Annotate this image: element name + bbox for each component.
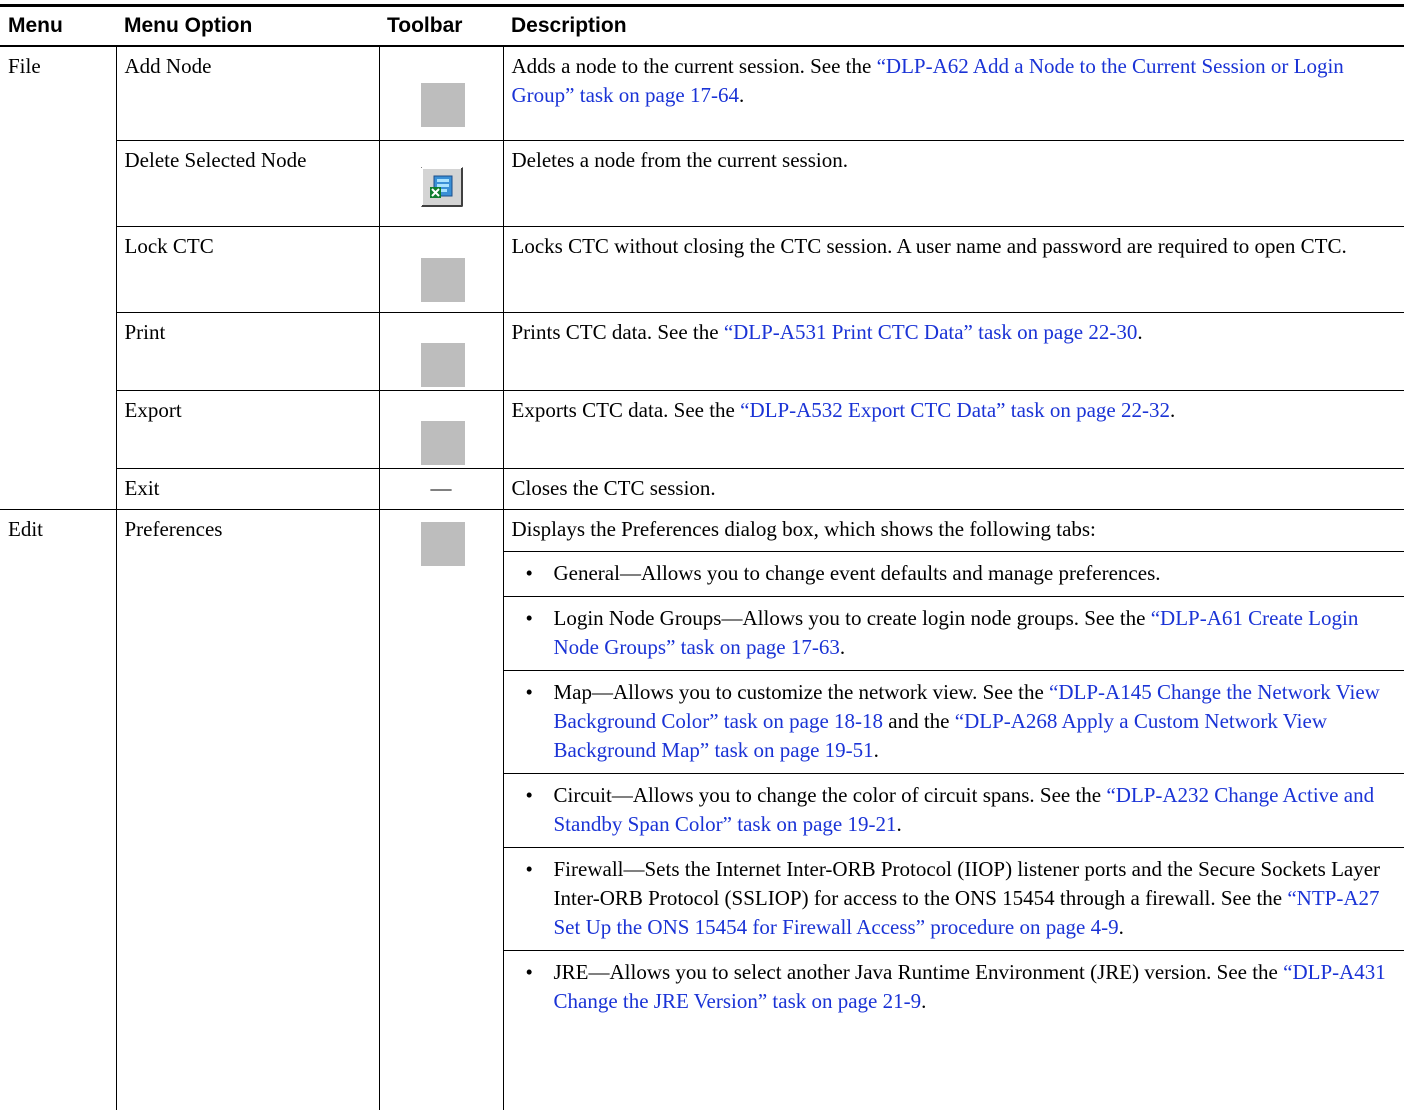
bullet: • [525,857,533,881]
option-print: Print [115,312,379,391]
table-row: Print Prints CTC data. See the “DLP-A531… [0,312,1404,391]
delete-node-icon[interactable] [420,167,463,207]
toolbar-cell [378,140,503,227]
list-item: • JRE—Allows you to select another Java R… [503,950,1404,1018]
description-text: Login Node Groups—Allows you to create l… [553,606,1151,630]
description-cell: Adds a node to the current session. See … [502,45,1404,141]
description-cell: Displays the Preferences dialog box, whi… [502,509,1404,1110]
description-text: Deletes a node from the current session. [511,148,848,172]
table-row: Exit — Closes the CTC session. [0,468,1404,510]
description-text: . [921,989,927,1013]
description-cell: Closes the CTC session. [502,468,1404,510]
description-text: . [873,738,879,762]
toolbar-cell: — [378,468,503,510]
list-item: • Map—Allows you to customize the network… [503,670,1404,773]
print-toolbar-icon[interactable] [420,343,465,387]
cross-reference-link[interactable]: “DLP-A531 Print CTC Data” task on page 2… [724,320,1138,344]
bullet: • [525,680,533,704]
description-cell: Deletes a node from the current session. [502,140,1404,227]
option-preferences: Preferences [115,509,379,1110]
description-text: . [896,812,902,836]
option-delete-selected-node: Delete Selected Node [115,140,379,227]
description-cell: Prints CTC data. See the “DLP-A531 Print… [502,312,1404,391]
bullet: • [525,561,533,585]
menu-edit: Edit [8,517,43,541]
header-menu-option: Menu Option [116,4,379,47]
list-item: • Firewall—Sets the Internet Inter-ORB Pr… [503,847,1404,950]
description-text: JRE—Allows you to select another Java Ru… [553,960,1284,984]
description-text: Displays the Preferences dialog box, whi… [511,517,1096,541]
table-row: Export Exports CTC data. See the “DLP-A5… [0,390,1404,469]
list-item: • Login Node Groups—Allows you to create … [503,596,1404,670]
description-text: Map—Allows you to customize the network … [553,680,1050,704]
toolbar-cell [378,312,503,391]
menu-file: File [0,45,116,510]
menu-options-table: Menu Menu Option Toolbar Description Fil… [0,4,1404,1110]
description-text: Closes the CTC session. [511,476,716,500]
table-row: File Add Node Adds a node to the current… [0,45,1404,510]
description-text: . [839,635,846,659]
toolbar-cell [378,390,503,469]
toolbar-cell [378,226,503,313]
description-cell: Locks CTC without closing the CTC sessio… [502,226,1404,313]
option-add-node: Add Node [115,45,379,141]
option-exit: Exit [115,468,379,510]
description-text: Circuit—Allows you to change the color o… [553,783,1107,807]
header-menu: Menu [0,4,116,47]
lock-ctc-toolbar-icon[interactable] [420,258,465,302]
description-text: . [1137,320,1143,344]
description-text: Locks CTC without closing the CTC sessio… [511,234,1347,258]
no-toolbar-dash: — [430,476,452,500]
table-row: Delete Selected Node Deletes a node from [0,140,1404,227]
description-text: General—Allows you to change event defau… [553,561,1161,585]
description-text: . [1118,915,1124,939]
description-text: and the [883,709,955,733]
preferences-toolbar-icon[interactable] [420,522,465,566]
table-row: Lock CTC Locks CTC without closing the C… [0,226,1404,313]
description-text: . [1169,398,1176,422]
description-text: Prints CTC data. See the [511,320,724,344]
bullet: • [525,606,533,630]
description-text: Adds a node to the current session. See … [511,53,877,78]
cross-reference-link[interactable]: “DLP-A532 Export CTC Data” task on page … [740,398,1170,422]
toolbar-cell [378,45,503,141]
toolbar-cell [378,509,503,1110]
description-text: Exports CTC data. See the [511,398,741,422]
preferences-tabs-list: • General—Allows you to change event defa… [503,551,1404,1018]
list-item: • General—Allows you to change event defa… [503,551,1404,596]
list-item: • Circuit—Allows you to change the color … [503,773,1404,847]
bullet: • [525,783,533,807]
description-text: . [738,82,745,107]
description-cell: Exports CTC data. See the “DLP-A532 Expo… [502,390,1404,469]
option-lock-ctc: Lock CTC [115,226,379,313]
add-node-toolbar-icon[interactable] [420,82,465,127]
bullet: • [525,960,533,984]
header-toolbar: Toolbar [379,4,503,47]
export-toolbar-icon[interactable] [420,421,465,465]
description-text: Firewall—Sets the Internet Inter-ORB Pro… [553,857,1381,910]
option-export: Export [115,390,379,469]
header-description: Description [503,4,1404,47]
table-header-row: Menu Menu Option Toolbar Description [0,4,1404,47]
table-row: Edit Preferences Displays the Preference… [0,509,1404,1110]
